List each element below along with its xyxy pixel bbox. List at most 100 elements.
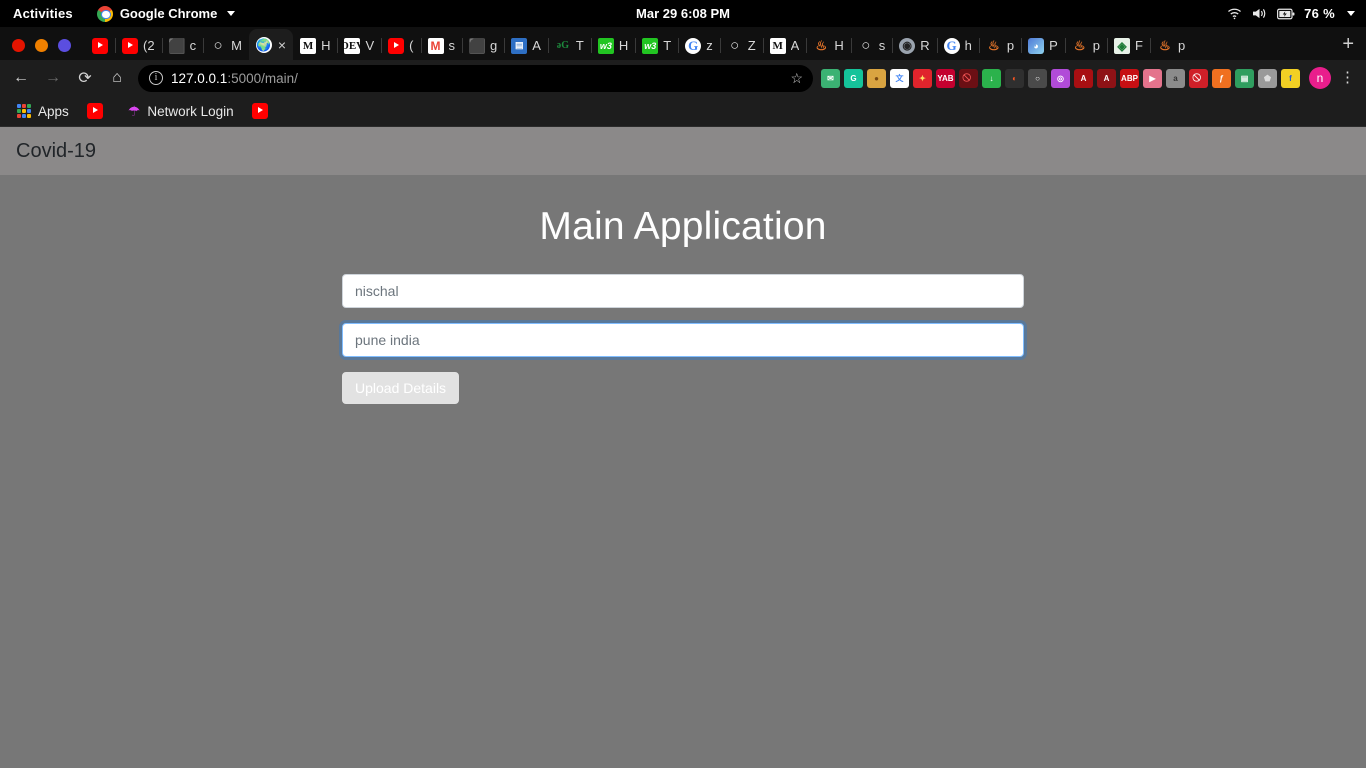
close-window-button[interactable] (12, 39, 25, 52)
maximize-window-button[interactable] (58, 39, 71, 52)
w3schools-icon: w3 (597, 37, 614, 54)
tab-title: H (321, 38, 331, 53)
colorpick-extension[interactable]: ◎ (1051, 68, 1070, 88)
tab-title: A (532, 38, 541, 53)
video-downloader-extension[interactable]: ▶ (1143, 68, 1162, 88)
avatar[interactable]: n (1309, 67, 1331, 89)
browser-tab-14[interactable]: Gz (678, 31, 720, 60)
page-title: Main Application (539, 205, 827, 248)
kebab-menu-icon[interactable]: ⋮ (1333, 70, 1360, 85)
browser-tab-2[interactable]: ⬛ c (161, 31, 204, 60)
system-tray[interactable]: 76 % (1227, 6, 1366, 21)
browser-tab-1[interactable]: (2 (115, 31, 162, 60)
tab-title: s (878, 38, 886, 53)
reload-icon[interactable]: ⟳ (70, 63, 100, 93)
star-icon[interactable]: ☆ (790, 70, 803, 87)
medium-icon: M (769, 37, 786, 54)
app-menu-button[interactable]: Google Chrome (87, 5, 236, 22)
bookmark-apps[interactable]: Apps (10, 101, 76, 122)
browser-tab-0[interactable] (85, 31, 115, 60)
adobe-extension[interactable]: A (1074, 68, 1093, 88)
browser-tab-6[interactable]: DEV V (337, 31, 381, 60)
java-icon: ♨ (815, 37, 828, 53)
youtube-icon (251, 103, 268, 119)
name-input[interactable] (342, 274, 1024, 308)
magic-wand-extension[interactable]: ✦ (913, 68, 932, 88)
home-icon[interactable]: ⌂ (102, 63, 132, 93)
info-icon[interactable]: i (149, 71, 163, 85)
close-icon[interactable]: × (278, 38, 286, 52)
url-host: 127.0.0.1 (171, 70, 228, 86)
shield-extension[interactable]: ⬟ (1258, 68, 1277, 88)
bookmark-youtube-2[interactable] (245, 100, 282, 122)
tab-title: p (1177, 38, 1186, 53)
arrow-right-icon[interactable]: → (38, 63, 68, 93)
flash-extension[interactable]: ƒ (1212, 68, 1231, 88)
cookie-extension[interactable]: ● (867, 68, 886, 88)
activities-button[interactable]: Activities (0, 6, 87, 21)
navbar-brand[interactable]: Covid-19 (16, 140, 96, 163)
grammarly-extension[interactable]: G (844, 68, 863, 88)
docs-extension[interactable]: ▤ (1235, 68, 1254, 88)
java-icon: ♨ (1073, 37, 1086, 53)
browser-tab-21[interactable]: ♨ p (978, 31, 1021, 60)
globe-icon: 🌍 (255, 36, 272, 53)
yellow-f-extension[interactable]: f (1281, 68, 1300, 88)
mail-extension[interactable]: ✉ (821, 68, 840, 88)
browser-tab-13[interactable]: w3 T (635, 31, 678, 60)
window-controls (0, 39, 85, 60)
browser-tab-3[interactable]: ○ M (203, 31, 249, 60)
gnome-top-bar: Activities Google Chrome Mar 29 6:08 PM (0, 0, 1366, 27)
browser-tab-19[interactable]: ◉ R (892, 31, 936, 60)
browser-tab-5[interactable]: MH (293, 31, 337, 60)
browser-tab-10[interactable]: ▤ A (504, 31, 548, 60)
bulb-extension[interactable]: ○ (1028, 68, 1047, 88)
tab-title: T (575, 38, 584, 53)
browser-tab-8[interactable]: Ms (420, 31, 463, 60)
browser-tab-22[interactable]: ◕ P (1021, 31, 1065, 60)
tab-title: M (231, 38, 242, 53)
battery-percent-label: 76 % (1304, 6, 1335, 21)
adblock-plus-extension[interactable]: ABP (1120, 68, 1139, 88)
youtube-icon (92, 37, 108, 54)
dictionary-extension[interactable]: A (1097, 68, 1116, 88)
browser-tab-4[interactable]: 🌍 × (248, 29, 294, 60)
arrow-left-icon[interactable]: ← (6, 63, 36, 93)
browser-tab-23[interactable]: ♨ p (1064, 31, 1107, 60)
new-tab-button[interactable]: + (1330, 34, 1366, 60)
bookmark-network-login[interactable]: ☂ Network Login (121, 100, 241, 123)
browser-tab-16[interactable]: MA (762, 31, 807, 60)
bookmark-youtube-1[interactable] (80, 100, 117, 122)
geeks-icon: əG (556, 40, 570, 51)
noscript-extension[interactable]: ⃠ (959, 68, 978, 88)
address-bar[interactable]: i 127.0.0.1:5000/main/ ☆ (138, 64, 813, 92)
contact-card-icon: ▤ (511, 37, 528, 54)
tab-strip: (2 ⬛ c ○ M 🌍 × M H DEV V(Ms ⬛ g ▤ AəG Tw3 Hw3 T Gz ○ Z M A ♨ H ○ s… (0, 27, 1366, 60)
github-icon: ○ (730, 37, 740, 54)
page-content: Main Application Upload Details (0, 175, 1366, 404)
browser-tab-7[interactable]: ( (381, 31, 420, 60)
tab-title: p (1092, 38, 1100, 53)
grey-a-extension[interactable]: a (1166, 68, 1185, 88)
browser-tab-24[interactable]: ◈ F (1106, 31, 1150, 60)
browser-tab-9[interactable]: ⬛ g (462, 31, 504, 60)
browser-tab-12[interactable]: w3 H (590, 31, 635, 60)
browser-tab-18[interactable]: ○ s (850, 31, 893, 60)
location-input[interactable] (342, 323, 1024, 357)
dark-reader-extension[interactable]: ◐ (1005, 68, 1024, 88)
tab-title: T (663, 38, 672, 53)
yab-extension[interactable]: YAB (936, 68, 955, 88)
app-menu-label: Google Chrome (119, 6, 218, 21)
browser-tab-20[interactable]: Gh (936, 31, 979, 60)
url-text: 127.0.0.1:5000/main/ (171, 71, 298, 86)
minimize-window-button[interactable] (35, 39, 48, 52)
tab-title: ( (409, 38, 414, 53)
block-ads-extension[interactable]: ⃠ (1189, 68, 1208, 88)
google-translate-extension[interactable]: 文 (890, 68, 909, 88)
download-extension[interactable]: ↓ (982, 68, 1001, 88)
browser-tab-25[interactable]: ♨ p (1149, 31, 1192, 60)
browser-tab-15[interactable]: ○ Z (719, 31, 763, 60)
browser-tab-17[interactable]: ♨ H (806, 31, 850, 60)
upload-details-button[interactable]: Upload Details (342, 372, 460, 404)
browser-tab-11[interactable]: əG T (547, 31, 591, 60)
